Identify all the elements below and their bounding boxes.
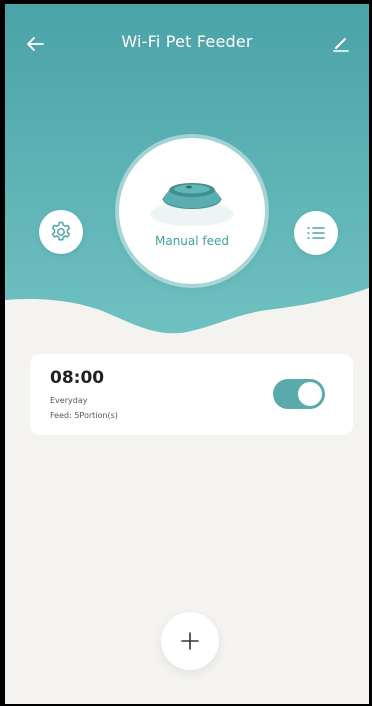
schedule-toggle[interactable]	[273, 379, 325, 409]
schedule-item[interactable]: 08:00 Everyday Feed: 5Portion(s)	[30, 354, 353, 435]
feed-records-button[interactable]	[294, 211, 338, 255]
list-icon	[307, 227, 325, 239]
pencil-icon	[333, 38, 349, 52]
schedule-repeat: Everyday	[50, 396, 88, 405]
manual-feed-label: Manual feed	[154, 234, 230, 248]
app-screen: Wi-Fi Pet Feeder Manual feed 08:00 Every…	[5, 4, 369, 704]
plus-icon	[181, 632, 199, 650]
page-title: Wi-Fi Pet Feeder	[121, 32, 253, 51]
gear-icon	[51, 221, 71, 241]
edit-button[interactable]	[327, 30, 355, 58]
settings-button[interactable]	[39, 210, 83, 254]
add-schedule-button[interactable]	[161, 612, 219, 670]
manual-feed-button[interactable]: Manual feed	[119, 138, 265, 284]
toggle-knob	[298, 382, 322, 406]
schedule-time: 08:00	[50, 368, 105, 388]
top-bar: Wi-Fi Pet Feeder	[5, 26, 369, 62]
schedule-portions: Feed: 5Portion(s)	[50, 411, 118, 420]
pet-bowl-icon	[150, 183, 234, 226]
